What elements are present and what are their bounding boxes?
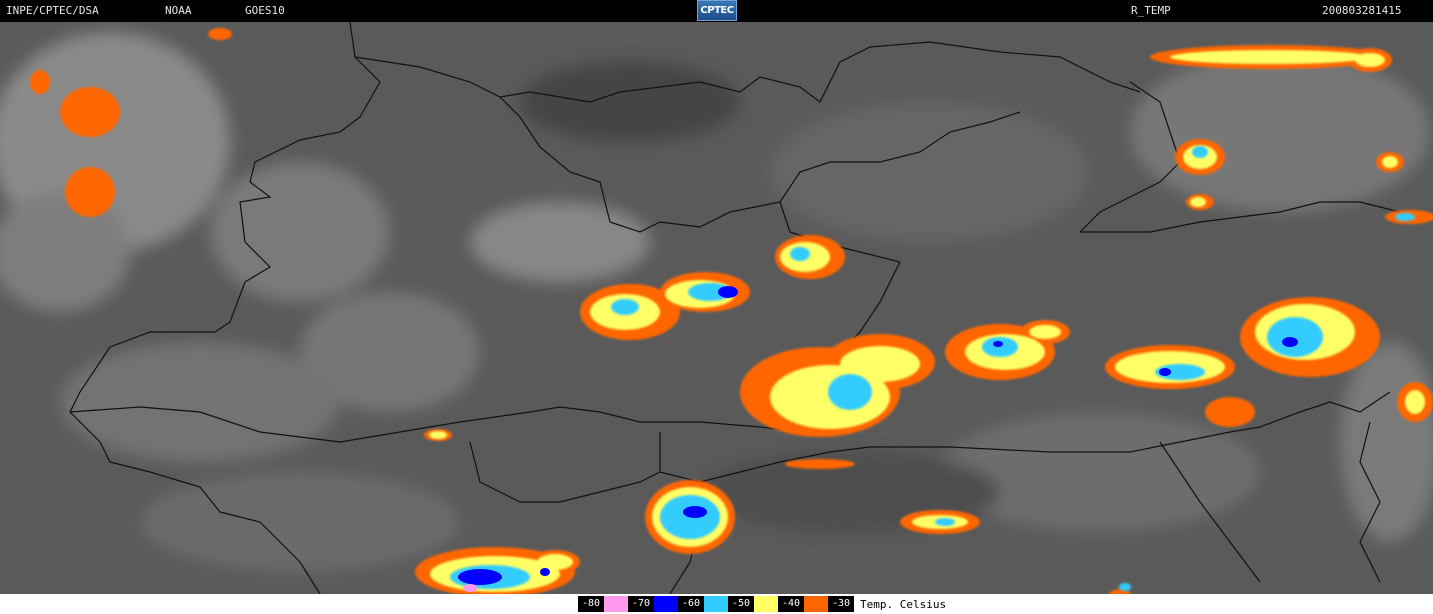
legend-unit-label: Temp. Celsius: [860, 597, 947, 611]
legend-label-2: -60: [678, 596, 704, 612]
legend-label-0: -80: [578, 596, 604, 612]
color-legend: -80 -70 -60 -50 -40 -30 Temp. Celsius: [578, 595, 946, 613]
source-label: INPE/CPTEC/DSA: [6, 4, 99, 17]
product-label: R_TEMP: [1131, 4, 1171, 17]
legend-label-5: -30: [828, 596, 854, 612]
cptec-logo: CPTEC: [697, 0, 737, 21]
agency-label: NOAA: [165, 4, 192, 17]
legend-label-3: -50: [728, 596, 754, 612]
legend-bar: -80 -70 -60 -50 -40 -30 Temp. Celsius: [0, 594, 1433, 614]
header-bar: INPE/CPTEC/DSA NOAA GOES10 CPTEC R_TEMP …: [0, 0, 1433, 22]
legend-label-1: -70: [628, 596, 654, 612]
legend-swatch-1: [654, 596, 678, 612]
satellite-map-svg: [0, 22, 1433, 594]
satellite-image: [0, 22, 1433, 594]
legend-swatch-2: [704, 596, 728, 612]
satellite-label: GOES10: [245, 4, 285, 17]
legend-swatch-3: [754, 596, 778, 612]
timestamp-label: 200803281415: [1322, 4, 1402, 17]
legend-swatch-0: [604, 596, 628, 612]
legend-swatch-4: [804, 596, 828, 612]
cloud-tops-coldest: [463, 584, 477, 592]
legend-label-4: -40: [778, 596, 804, 612]
